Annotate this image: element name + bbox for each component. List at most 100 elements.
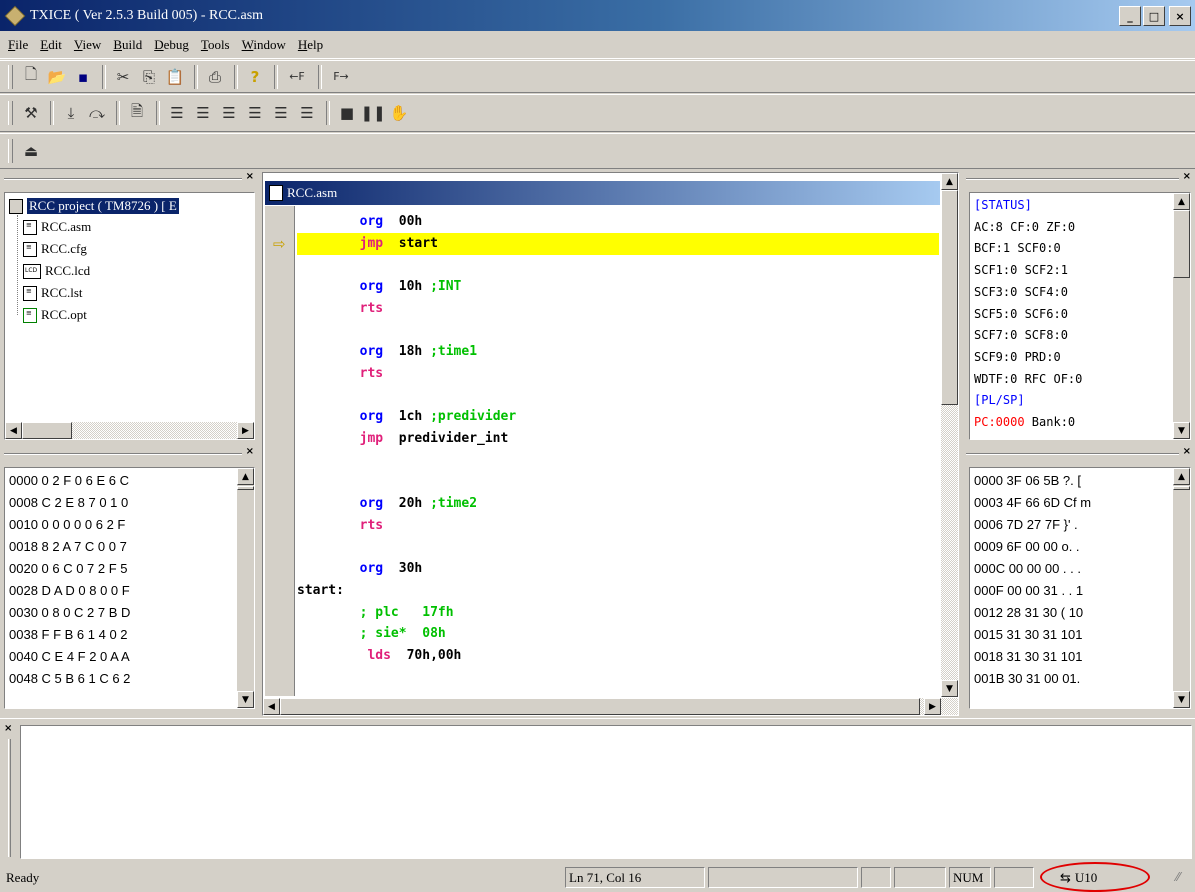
editor-horizontal-scrollbar[interactable]: ◀ ▶ bbox=[263, 698, 958, 715]
breakpoint-clear-icon[interactable]: ☰ bbox=[269, 100, 293, 126]
project-panel-close-icon[interactable]: × bbox=[246, 171, 254, 182]
project-root[interactable]: RCC project ( TM8726 ) [ E bbox=[9, 198, 179, 214]
step-into-icon[interactable]: ⤓ bbox=[59, 100, 83, 126]
toolbar-grip[interactable] bbox=[8, 101, 13, 125]
code-line[interactable]: start: bbox=[297, 580, 939, 602]
menu-window[interactable]: Window bbox=[242, 37, 286, 53]
scroll-up-icon[interactable]: ▲ bbox=[1173, 193, 1190, 210]
menu-build[interactable]: Build bbox=[113, 37, 142, 53]
new-file-icon[interactable]: 🗋 bbox=[19, 64, 43, 90]
menu-view[interactable]: View bbox=[74, 37, 101, 53]
paste-icon[interactable]: 📋 bbox=[163, 64, 187, 90]
code-line[interactable]: org 10h ;INT bbox=[297, 276, 939, 298]
cut-icon[interactable]: ✂ bbox=[111, 64, 135, 90]
code-area[interactable]: org 00h jmp start org 10h ;INT rts org 1… bbox=[297, 211, 939, 701]
menu-file[interactable]: File bbox=[8, 37, 28, 53]
code-line[interactable]: org 30h bbox=[297, 558, 939, 580]
build-icon[interactable]: ⚒ bbox=[19, 100, 43, 126]
menu-debug[interactable]: Debug bbox=[154, 37, 189, 53]
project-horizontal-scrollbar[interactable]: ◀ ▶ bbox=[5, 422, 254, 439]
breakpoint-toggle-icon[interactable]: ☰ bbox=[191, 100, 215, 126]
resize-grip-icon[interactable]: ⁄⁄ bbox=[1176, 870, 1180, 884]
editor-vertical-scrollbar[interactable]: ▲ ▼ bbox=[941, 173, 958, 697]
pause-icon[interactable]: ❚❚ bbox=[360, 100, 385, 126]
code-line[interactable]: rts bbox=[297, 515, 939, 537]
code-line[interactable]: rts bbox=[297, 363, 939, 385]
maximize-button[interactable]: □ bbox=[1143, 6, 1165, 26]
close-button[interactable]: × bbox=[1169, 6, 1191, 26]
register-vertical-scrollbar[interactable]: ▲ ▼ bbox=[1173, 193, 1190, 439]
scroll-right-icon[interactable]: ▶ bbox=[924, 698, 941, 715]
output-text-area[interactable] bbox=[20, 725, 1192, 859]
editor-titlebar[interactable]: RCC.asm bbox=[265, 181, 940, 205]
code-line[interactable]: ; sie* 08h bbox=[297, 623, 939, 645]
breakpoint-add-icon[interactable]: ☰ bbox=[217, 100, 241, 126]
code-line[interactable] bbox=[297, 537, 939, 559]
toolbar-grip[interactable] bbox=[8, 139, 13, 163]
rom-panel-close-icon[interactable]: × bbox=[246, 446, 254, 457]
code-comment: ;INT bbox=[430, 279, 462, 295]
menu-tools[interactable]: Tools bbox=[201, 37, 230, 53]
rom-vertical-scrollbar[interactable]: ▲ ▼ bbox=[237, 468, 254, 708]
stop-icon[interactable]: ■ bbox=[335, 100, 359, 126]
code-line[interactable]: org 00h bbox=[297, 211, 939, 233]
tree-file-lst[interactable]: ≡ RCC.lst bbox=[23, 285, 83, 301]
output-panel: × bbox=[0, 718, 1195, 862]
scroll-down-icon[interactable]: ▼ bbox=[1173, 422, 1190, 439]
toolbar-grip[interactable] bbox=[8, 64, 13, 89]
scroll-down-icon[interactable]: ▼ bbox=[1173, 691, 1190, 708]
scroll-up-icon[interactable]: ▲ bbox=[1173, 468, 1190, 485]
code-line[interactable]: jmp start bbox=[297, 232, 939, 255]
minimize-button[interactable]: _ bbox=[1119, 6, 1141, 26]
code-line[interactable] bbox=[297, 320, 939, 342]
scroll-left-icon[interactable]: ◀ bbox=[263, 698, 280, 715]
menu-edit[interactable]: Edit bbox=[40, 37, 62, 53]
rom-row: 0030 0 8 0 C 2 7 B D bbox=[9, 605, 131, 620]
ram-row: 0000 3F 06 5B ?. [ bbox=[974, 473, 1081, 488]
hand-icon[interactable]: ✋ bbox=[387, 100, 411, 126]
code-line[interactable] bbox=[297, 450, 939, 472]
code-line[interactable]: ; plc 17fh bbox=[297, 602, 939, 624]
breakpoint-disable-icon[interactable]: ☰ bbox=[295, 100, 319, 126]
view-source-icon[interactable]: 🗎 bbox=[125, 100, 149, 126]
code-line[interactable]: jmp predivider_int bbox=[297, 428, 939, 450]
rom-row: 0020 0 6 C 0 7 2 F 5 bbox=[9, 561, 128, 576]
scroll-down-icon[interactable]: ▼ bbox=[237, 691, 254, 708]
scroll-up-icon[interactable]: ▲ bbox=[941, 173, 958, 190]
code-line[interactable] bbox=[297, 471, 939, 493]
ram-panel-close-icon[interactable]: × bbox=[1183, 446, 1191, 457]
tree-file-cfg[interactable]: ≡ RCC.cfg bbox=[23, 241, 87, 257]
insert-left-button[interactable]: ←F bbox=[283, 64, 311, 90]
open-folder-icon[interactable]: 📂 bbox=[45, 64, 69, 90]
register-panel-close-icon[interactable]: × bbox=[1183, 171, 1191, 182]
insert-right-button[interactable]: F→ bbox=[327, 64, 355, 90]
breakpoint-list-icon[interactable]: ☰ bbox=[165, 100, 189, 126]
breakpoint-remove-icon[interactable]: ☰ bbox=[243, 100, 267, 126]
code-line[interactable]: org 20h ;time2 bbox=[297, 493, 939, 515]
title-bar[interactable]: TXICE ( Ver 2.5.3 Build 005) - RCC.asm _… bbox=[0, 0, 1195, 31]
code-line[interactable] bbox=[297, 385, 939, 407]
download-icon[interactable]: ⏏ bbox=[19, 138, 43, 164]
scroll-left-icon[interactable]: ◀ bbox=[5, 422, 22, 439]
code-line[interactable]: rts bbox=[297, 298, 939, 320]
help-icon[interactable]: ? bbox=[243, 64, 267, 90]
save-icon[interactable]: ▪ bbox=[71, 64, 95, 90]
scroll-down-icon[interactable]: ▼ bbox=[941, 680, 958, 697]
tree-file-lcd[interactable]: LCD RCC.lcd bbox=[23, 263, 90, 279]
copy-icon[interactable]: ⎘ bbox=[137, 64, 161, 90]
tree-file-asm[interactable]: ≡ RCC.asm bbox=[23, 219, 91, 235]
code-line[interactable]: org 18h ;time1 bbox=[297, 341, 939, 363]
code-line[interactable]: lds 70h,00h bbox=[297, 645, 939, 667]
scroll-up-icon[interactable]: ▲ bbox=[237, 468, 254, 485]
scroll-right-icon[interactable]: ▶ bbox=[237, 422, 254, 439]
output-panel-close-icon[interactable]: × bbox=[4, 723, 12, 734]
code-line[interactable] bbox=[297, 254, 939, 276]
output-grip[interactable] bbox=[8, 739, 11, 857]
menu-help[interactable]: Help bbox=[298, 37, 323, 53]
step-over-icon[interactable]: ⤼ bbox=[85, 100, 109, 126]
ram-vertical-scrollbar[interactable]: ▲ ▼ bbox=[1173, 468, 1190, 708]
tree-file-opt[interactable]: ≡ RCC.opt bbox=[23, 307, 87, 323]
editor-gutter[interactable] bbox=[265, 206, 295, 696]
print-icon[interactable]: ⎙ bbox=[203, 64, 227, 90]
code-line[interactable]: org 1ch ;predivider bbox=[297, 406, 939, 428]
